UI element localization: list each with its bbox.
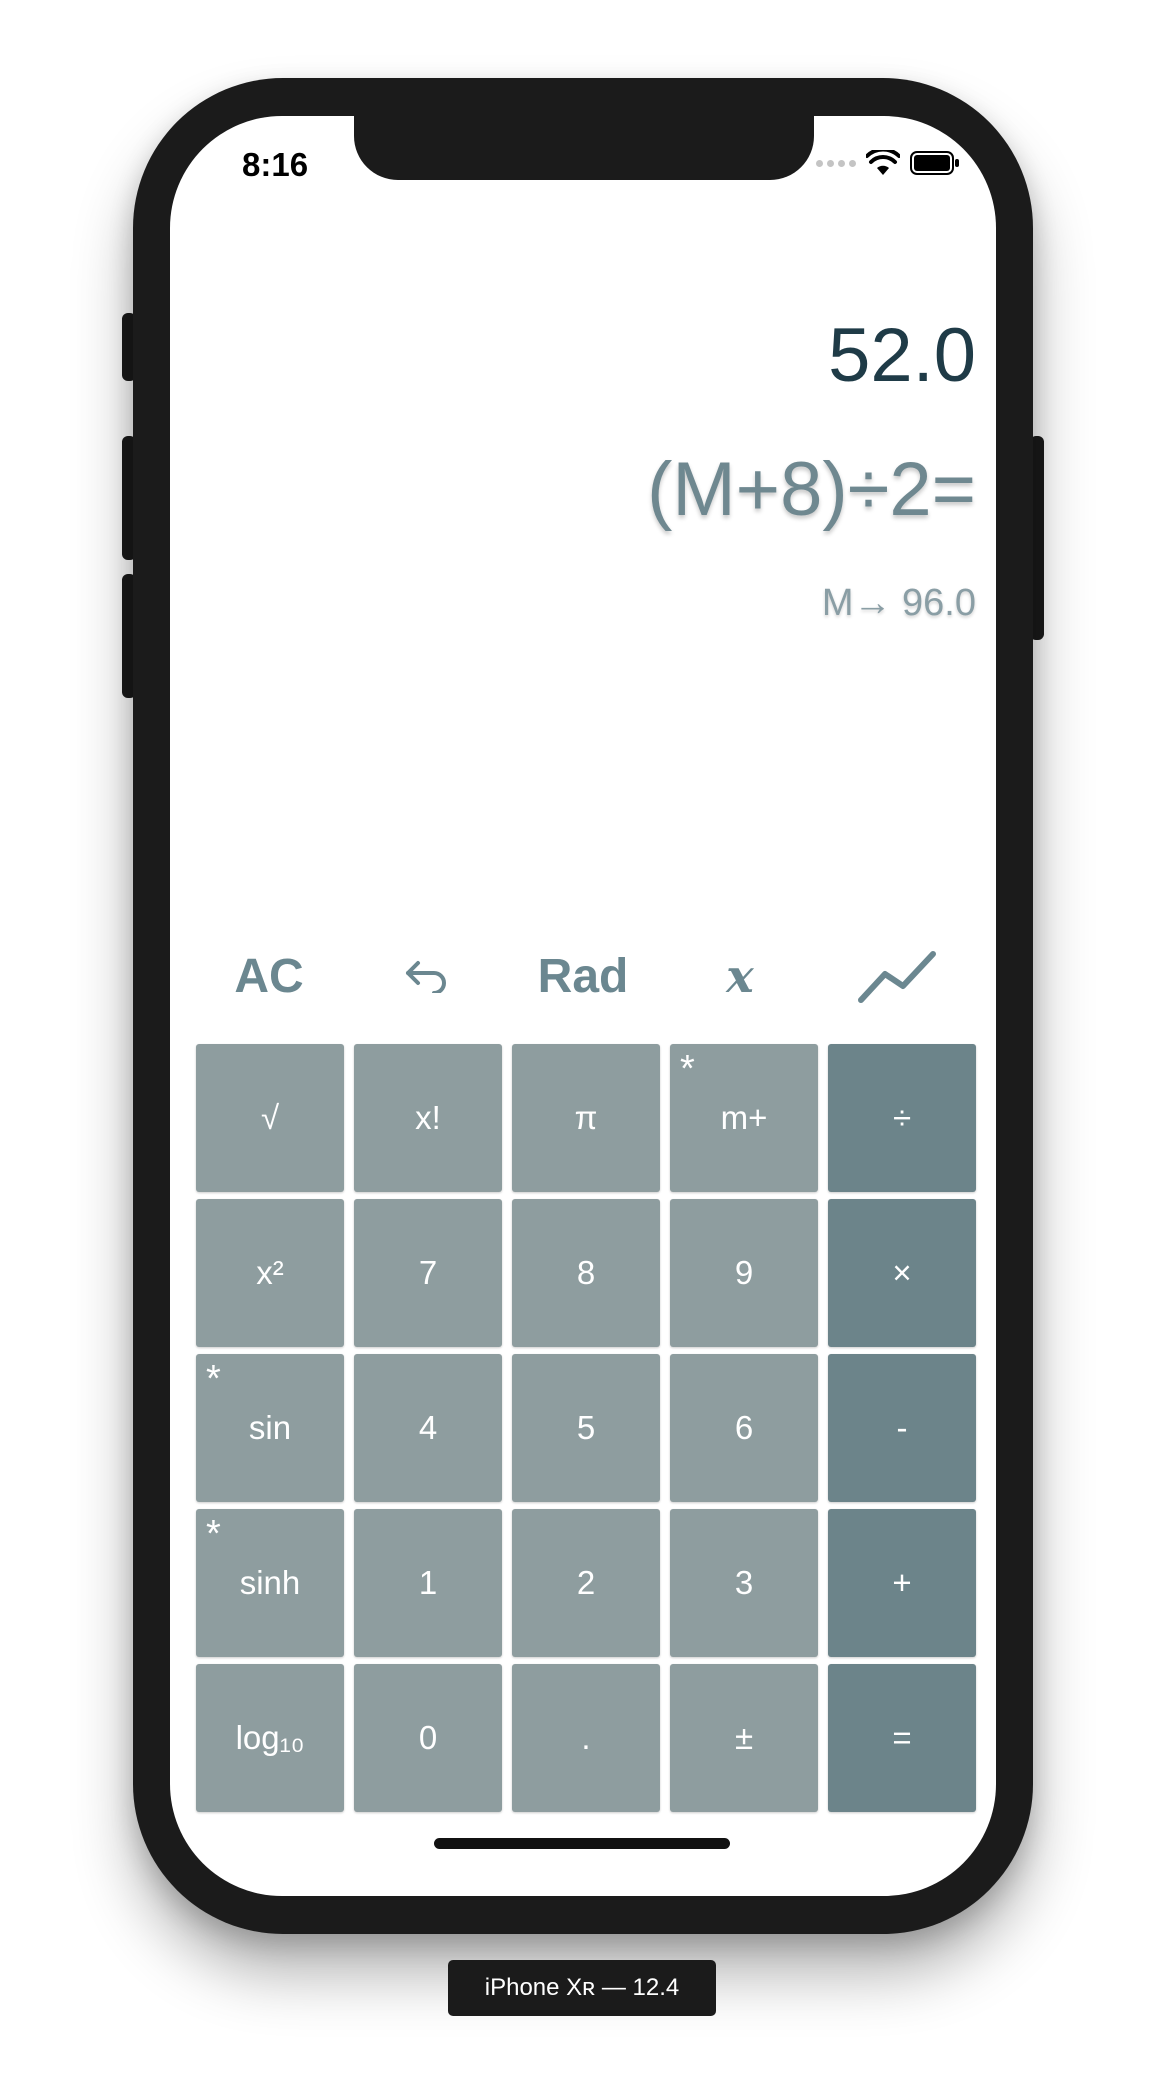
key-20[interactable]: log₁₀ xyxy=(196,1664,344,1812)
wifi-icon xyxy=(866,150,900,176)
key-label: + xyxy=(892,1564,912,1601)
key-label: x! xyxy=(415,1099,441,1136)
result-display: 52.0 xyxy=(828,313,976,398)
control-row: AC Rad x xyxy=(190,926,976,1026)
key-18[interactable]: 3 xyxy=(670,1509,818,1657)
key-1[interactable]: x! xyxy=(354,1044,502,1192)
memory-display: M→ 96.0 xyxy=(821,582,976,624)
phone-frame: 8:16 52.0 (M+8)÷2= M→ 96.0 AC Rad x √ x!… xyxy=(133,78,1033,1934)
key-label: π xyxy=(574,1099,598,1136)
graph-button[interactable] xyxy=(818,926,976,1026)
key-2[interactable]: π xyxy=(512,1044,660,1192)
variable-button[interactable]: x xyxy=(661,926,819,1026)
key-label: sinh xyxy=(239,1564,301,1601)
key-label: 1 xyxy=(418,1564,438,1601)
key-label: 7 xyxy=(418,1254,438,1291)
key-label: 4 xyxy=(418,1409,438,1446)
key-21[interactable]: 0 xyxy=(354,1664,502,1812)
second-function-marker: * xyxy=(206,1513,221,1555)
key-label: log₁₀ xyxy=(235,1719,305,1756)
key-label: sin xyxy=(248,1409,292,1446)
second-function-marker: * xyxy=(680,1048,695,1090)
home-indicator xyxy=(434,1838,730,1849)
status-icons xyxy=(816,150,960,176)
key-24[interactable]: = xyxy=(828,1664,976,1812)
notch xyxy=(354,116,814,180)
clear-label: AC xyxy=(234,949,304,1003)
key-label: 6 xyxy=(734,1409,754,1446)
angle-mode-label: Rad xyxy=(537,949,629,1003)
expression-display: (M+8)÷2= xyxy=(647,447,976,532)
key-label: = xyxy=(892,1719,912,1756)
device-label: iPhone Xʀ — 12.4 xyxy=(448,1960,716,2016)
key-8[interactable]: 9 xyxy=(670,1199,818,1347)
key-label: 9 xyxy=(734,1254,754,1291)
key-label: √ xyxy=(260,1099,280,1136)
undo-arrow-icon xyxy=(406,961,446,993)
variable-label: x xyxy=(726,949,754,1003)
key-label: m+ xyxy=(720,1099,768,1136)
key-9[interactable]: × xyxy=(828,1199,976,1347)
second-function-marker: * xyxy=(206,1358,221,1400)
key-label: 5 xyxy=(576,1409,596,1446)
key-label: × xyxy=(892,1254,912,1291)
key-13[interactable]: 6 xyxy=(670,1354,818,1502)
key-10[interactable]: * sin xyxy=(196,1354,344,1502)
key-label: 8 xyxy=(576,1254,596,1291)
key-15[interactable]: * sinh xyxy=(196,1509,344,1657)
key-label: . xyxy=(581,1719,591,1756)
clear-button[interactable]: AC xyxy=(190,926,348,1026)
keypad: √ x! π * m+ ÷ x² 7 8 9 × * sin 4 5 6 - * sinh 1 2 3 + log₁₀ 0. ± = xyxy=(196,1044,976,1812)
angle-mode-button[interactable]: Rad xyxy=(504,926,662,1026)
key-6[interactable]: 7 xyxy=(354,1199,502,1347)
key-12[interactable]: 5 xyxy=(512,1354,660,1502)
key-19[interactable]: + xyxy=(828,1509,976,1657)
key-label: 2 xyxy=(576,1564,596,1601)
key-3[interactable]: * m+ xyxy=(670,1044,818,1192)
key-label: 0 xyxy=(418,1719,438,1756)
key-17[interactable]: 2 xyxy=(512,1509,660,1657)
key-4[interactable]: ÷ xyxy=(828,1044,976,1192)
battery-icon xyxy=(910,151,960,175)
key-22[interactable]: . xyxy=(512,1664,660,1812)
key-23[interactable]: ± xyxy=(670,1664,818,1812)
key-16[interactable]: 1 xyxy=(354,1509,502,1657)
key-label: x² xyxy=(256,1254,284,1291)
key-0[interactable]: √ xyxy=(196,1044,344,1192)
signal-icon xyxy=(816,159,856,167)
key-14[interactable]: - xyxy=(828,1354,976,1502)
phone-screen: 8:16 52.0 (M+8)÷2= M→ 96.0 AC Rad x √ x!… xyxy=(170,116,996,1896)
key-label: ÷ xyxy=(892,1099,912,1136)
key-11[interactable]: 4 xyxy=(354,1354,502,1502)
line-graph-icon xyxy=(858,951,936,1003)
undo-button[interactable] xyxy=(347,926,505,1026)
key-label: ± xyxy=(734,1719,754,1756)
key-label: 3 xyxy=(734,1564,754,1601)
status-time: 8:16 xyxy=(242,146,309,183)
key-7[interactable]: 8 xyxy=(512,1199,660,1347)
key-5[interactable]: x² xyxy=(196,1199,344,1347)
key-label: - xyxy=(896,1409,908,1446)
